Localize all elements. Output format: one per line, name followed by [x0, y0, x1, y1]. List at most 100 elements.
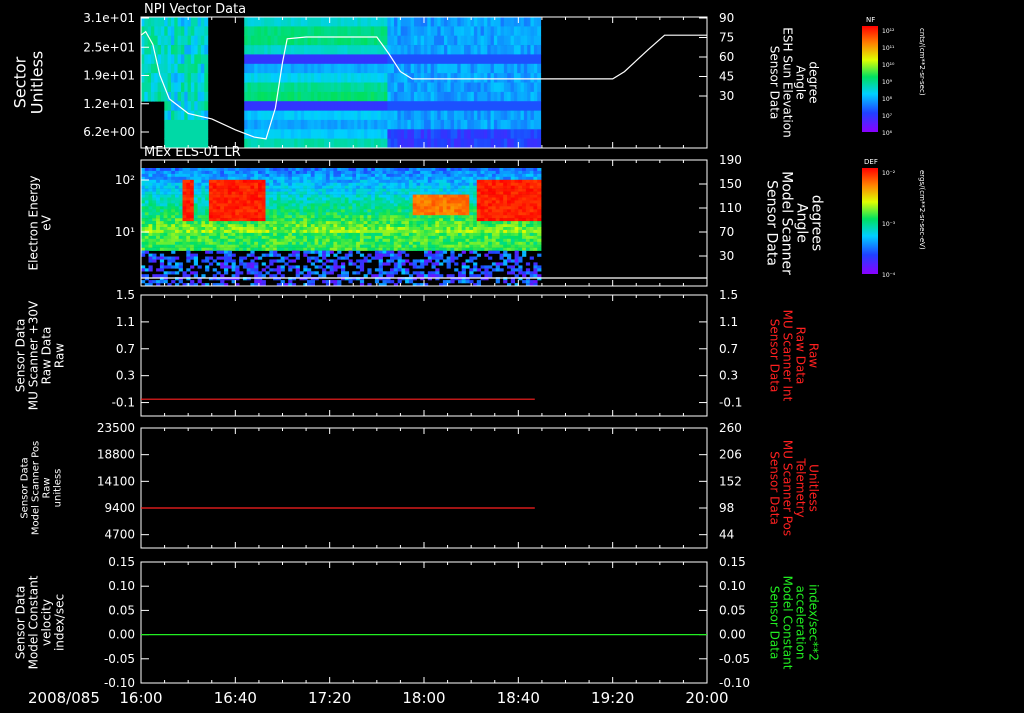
y-label-line: Raw [53, 343, 67, 368]
colorbar-nf-tick: 10⁸ [882, 96, 893, 103]
y2-label-line: Model Constant [781, 576, 795, 670]
y-tick-label: 10¹ [115, 225, 135, 239]
y-label-line: Sensor Data [14, 586, 28, 660]
y2-label-line: Model Scanner [779, 171, 795, 275]
y2-tick-label: -0.10 [719, 676, 750, 690]
colorbar-def-tick: 10⁻³ [882, 221, 896, 228]
y2-tick-label: 1.5 [719, 288, 738, 302]
y-tick-label: 9400 [104, 501, 135, 515]
y-tick-label: 1.2e+01 [83, 97, 135, 111]
y-tick-label: 0.7 [116, 342, 135, 356]
y-tick-label: 6.2e+00 [83, 125, 135, 139]
y-tick-label: 4700 [104, 528, 135, 542]
y2-label-line: Sensor Data [768, 586, 782, 660]
y2-tick-label: -0.05 [719, 652, 750, 666]
y2-axis-label: Sensor DataMU Scanner IntRaw DataRaw [768, 310, 821, 402]
y2-label-line: index/sec**2 [807, 584, 821, 661]
y-tick-label: 0.00 [108, 628, 135, 642]
y2-axis-label: Sensor DataMU Scanner PosTelemetryUnitle… [768, 440, 821, 536]
y2-tick-label: 0.3 [719, 369, 738, 383]
y-label-line: Raw [42, 477, 53, 498]
y2-label-line: Sensor Data [768, 46, 782, 120]
panel-3: 1.51.10.70.3-0.11.51.10.70.3-0.1Sensor D… [14, 288, 821, 416]
panel-4: 235001880014100940047002602061529844Sens… [20, 421, 821, 548]
y2-label-line: Sensor Data [768, 451, 782, 525]
y-tick-label: 0.15 [108, 555, 135, 569]
y-tick-label: 0.05 [108, 603, 135, 617]
y2-tick-label: 150 [719, 177, 742, 191]
y-label-line: Model Scanner Pos [31, 441, 42, 535]
y-tick-label: 1.5 [116, 288, 135, 302]
y-label-line: Unitless [28, 51, 47, 115]
panel-5: 0.150.100.050.00-0.05-0.100.150.100.050.… [14, 555, 821, 690]
y2-tick-label: 110 [719, 201, 742, 215]
y-tick-label: -0.10 [104, 676, 135, 690]
y2-label-line: Raw Data [794, 327, 808, 385]
y2-tick-label: 0.7 [719, 342, 738, 356]
y-label-line: Sensor Data [20, 457, 31, 518]
colorbar-def-tick: 10⁻² [882, 170, 896, 177]
y2-label-line: Angle [794, 65, 808, 99]
y2-tick-label: 0.10 [719, 579, 746, 593]
colorbar-nf-tick: 10⁷ [882, 113, 893, 120]
y2-tick-label: 190 [719, 153, 742, 167]
panel1-title: NPI Vector Data [144, 2, 246, 17]
y2-axis-label: Sensor DataESH Sun ElevationAngledegree [768, 27, 821, 137]
y2-tick-label: 75 [719, 31, 734, 45]
y-axis-label: Sensor DataMU Scanner +30VRaw DataRaw [14, 300, 67, 410]
y2-label-line: ESH Sun Elevation [781, 27, 795, 137]
y-label-line: Model Constant [27, 575, 41, 669]
y-tick-label: 0.10 [108, 579, 135, 593]
y2-tick-label: 30 [719, 89, 734, 103]
y-axis-label: Electron EnergyeV [27, 175, 54, 270]
x-tick-label: 16:00 [119, 689, 162, 707]
y2-tick-label: 45 [719, 70, 734, 84]
y2-tick-label: 70 [719, 225, 734, 239]
colorbar-nf-label: NF [866, 16, 875, 24]
y-axis-label: Sensor DataModel Constantvelocityindex/s… [14, 575, 67, 669]
y2-tick-label: 44 [719, 528, 734, 542]
y2-label-line: degree [807, 61, 821, 103]
y-tick-label: 23500 [97, 421, 135, 435]
x-tick-label: 16:40 [214, 689, 257, 707]
y-tick-label: 2.5e+01 [83, 40, 135, 54]
y2-label-line: Telemetry [794, 457, 808, 517]
colorbar-nf-tick: 10⁹ [882, 79, 893, 86]
y-label-line: eV [40, 214, 54, 230]
y-tick-label: 3.1e+01 [83, 11, 135, 25]
colorbar-nf-tick: 10¹¹ [882, 45, 895, 52]
x-tick-label: 17:20 [308, 689, 351, 707]
y-tick-label: 0.3 [116, 369, 135, 383]
y-label-line: MU Scanner +30V [27, 300, 41, 410]
y2-axis-label: Sensor DataModel ScannerAngledegrees [764, 171, 825, 275]
y2-label-line: MU Scanner Int [781, 310, 795, 402]
y2-label-line: Unitless [807, 464, 821, 512]
y2-tick-label: 0.15 [719, 555, 746, 569]
y2-label-line: Raw [807, 343, 821, 368]
date-label: 2008/085 [28, 689, 100, 707]
y-tick-label: 18800 [97, 448, 135, 462]
y2-label-line: acceleration [794, 586, 808, 660]
x-tick-label: 19:20 [591, 689, 634, 707]
y-tick-label: 10² [115, 173, 135, 187]
y2-label-line: Angle [794, 203, 810, 243]
y2-tick-label: 60 [719, 50, 734, 64]
y2-tick-label: 0.00 [719, 628, 746, 642]
y2-label-line: degrees [809, 195, 825, 251]
y-tick-label: 14100 [97, 474, 135, 488]
y-label-line: Raw Data [40, 327, 54, 385]
colorbar-def-tick: 10⁻⁴ [882, 272, 896, 279]
y2-tick-label: 98 [719, 501, 734, 515]
y-tick-label: -0.05 [104, 652, 135, 666]
y2-label-line: Sensor Data [764, 180, 780, 266]
y-label-line: index/sec [53, 594, 67, 651]
y-axis-label: SectorUnitless [11, 51, 47, 115]
colorbar-def-unit: ergs/(cm**2-sr-sec-eV) [918, 170, 926, 250]
y2-label-line: Sensor Data [768, 319, 782, 393]
y2-tick-label: 206 [719, 448, 742, 462]
x-tick-label: 18:40 [497, 689, 540, 707]
panel-3-frame [141, 295, 707, 416]
colorbar-nf-tick: 10¹² [882, 28, 895, 35]
x-tick-label: 18:00 [402, 689, 445, 707]
y2-tick-label: 30 [719, 249, 734, 263]
